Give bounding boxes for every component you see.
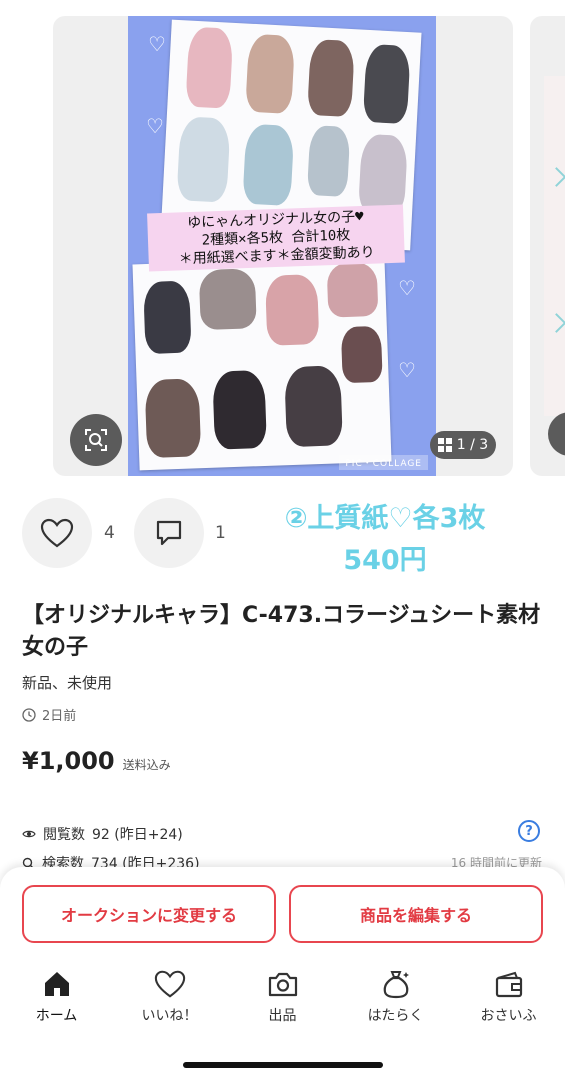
comment-button[interactable]	[134, 498, 204, 568]
bottom-nav: ホーム いいね！ 出品 はたらく おさいふ	[0, 963, 565, 1033]
girl-illustration	[362, 43, 411, 125]
posted-time-text: 2日前	[42, 709, 77, 724]
help-icon[interactable]: ?	[518, 820, 540, 842]
heart-decoration-icon: ♡	[146, 114, 164, 138]
girl-illustration	[245, 33, 296, 114]
sticker-sheet-bottom	[132, 255, 392, 471]
posted-time: 2日前	[22, 705, 76, 724]
product-photo[interactable]: ♡ ♡ ♡ ♡ ♡ ♡ ♡ ゆ	[128, 16, 436, 476]
shipping-label: 送料込み	[122, 758, 171, 772]
nav-item-sell[interactable]: 出品	[226, 963, 339, 1033]
change-to-auction-button[interactable]: オークションに変更する	[22, 885, 276, 943]
views-stat: 閲覧数 92 (昨日+24)	[22, 824, 183, 844]
girl-illustration	[307, 38, 355, 118]
home-icon	[44, 972, 69, 996]
price-row: ¥1,000 送料込み	[22, 747, 171, 775]
girl-illustration	[185, 26, 234, 109]
item-title: 【オリジナルキャラ】C-473.コラージュシート素材 女の子	[22, 603, 563, 660]
item-condition: 新品、未使用	[22, 674, 113, 692]
pic-collage-watermark: PIC・COLLAGE	[339, 455, 428, 470]
heart-icon	[40, 518, 74, 548]
nav-item-work[interactable]: はたらく	[339, 963, 452, 1033]
girl-illustration	[242, 123, 295, 207]
promo-price: 540円	[343, 545, 427, 576]
nav-label: ホーム	[35, 1008, 78, 1024]
nav-item-home[interactable]: ホーム	[0, 963, 113, 1033]
item-price: ¥1,000	[22, 747, 115, 775]
search-zoom-icon	[85, 429, 107, 451]
grid-icon	[437, 438, 452, 452]
like-count: 4	[104, 523, 115, 543]
camera-icon	[268, 972, 297, 997]
heart-decoration-icon: ♡	[398, 358, 416, 382]
nav-item-likes[interactable]: いいね！	[113, 963, 226, 1033]
image-banner: ゆにゃんオリジナル女の子♥ 2種類×各5枚 合計10枚 ＊用紙選べます＊金額変動…	[147, 204, 405, 272]
girl-illustration	[306, 125, 351, 198]
girl-illustration	[212, 369, 267, 450]
like-button[interactable]	[22, 498, 92, 568]
image-gallery[interactable]: ♡ ♡ ♡ ♡ ♡ ♡ ♡ ゆ	[0, 0, 565, 490]
comment-count: 1	[215, 523, 226, 543]
promo-line: ②上質紙♡各3枚	[284, 503, 486, 534]
zoom-button[interactable]	[70, 414, 122, 466]
nav-item-wallet[interactable]: おさいふ	[452, 963, 565, 1033]
girl-illustration	[340, 325, 383, 384]
wallet-icon	[495, 971, 522, 998]
nav-label: はたらく	[367, 1008, 424, 1024]
girl-illustration	[264, 274, 320, 346]
heart-icon	[154, 970, 185, 998]
image-counter-text: 1 / 3	[456, 437, 489, 453]
views-value: 92 (昨日+24)	[92, 827, 183, 843]
clock-icon	[22, 707, 36, 722]
home-indicator	[183, 1062, 383, 1068]
girl-illustration	[144, 378, 202, 459]
girl-illustration	[326, 261, 379, 318]
eye-icon	[22, 830, 36, 838]
nav-label: 出品	[268, 1008, 297, 1024]
girl-illustration	[284, 365, 343, 448]
comment-icon	[156, 520, 182, 546]
girl-illustration	[176, 116, 231, 203]
girl-illustration	[198, 268, 257, 331]
next-image-preview	[544, 76, 565, 416]
promo-text: ②上質紙♡各3枚 540円	[255, 498, 515, 582]
gallery-card-next[interactable]	[530, 16, 565, 476]
image-counter: 1 / 3	[430, 431, 496, 459]
nav-label: おさいふ	[480, 1008, 537, 1024]
heart-decoration-icon: ♡	[148, 32, 166, 56]
views-label: 閲覧数	[43, 827, 85, 843]
money-bag-icon	[383, 971, 409, 999]
girl-illustration	[143, 280, 192, 355]
nav-label: いいね！	[141, 1008, 198, 1024]
edit-item-button[interactable]: 商品を編集する	[289, 885, 543, 943]
heart-decoration-icon: ♡	[398, 276, 416, 300]
